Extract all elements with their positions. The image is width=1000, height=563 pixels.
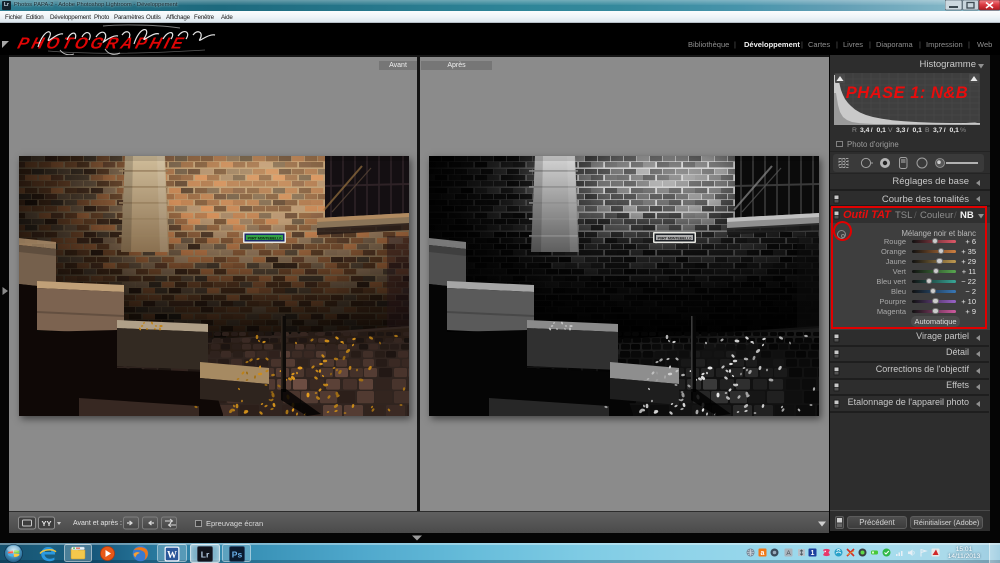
svg-text:P0RT M0NTEBELL0: P0RT M0NTEBELL0 — [248, 235, 283, 240]
svg-text:Ps: Ps — [232, 549, 243, 559]
svg-text:1: 1 — [811, 550, 815, 557]
svg-text:P0RT M0NTEBELL0: P0RT M0NTEBELL0 — [658, 235, 693, 240]
svg-text:Lr: Lr — [201, 549, 210, 559]
svg-text:a: a — [761, 550, 765, 557]
svg-text:A: A — [786, 550, 791, 557]
svg-text:W: W — [167, 550, 177, 561]
svg-text:YY: YY — [41, 519, 51, 528]
